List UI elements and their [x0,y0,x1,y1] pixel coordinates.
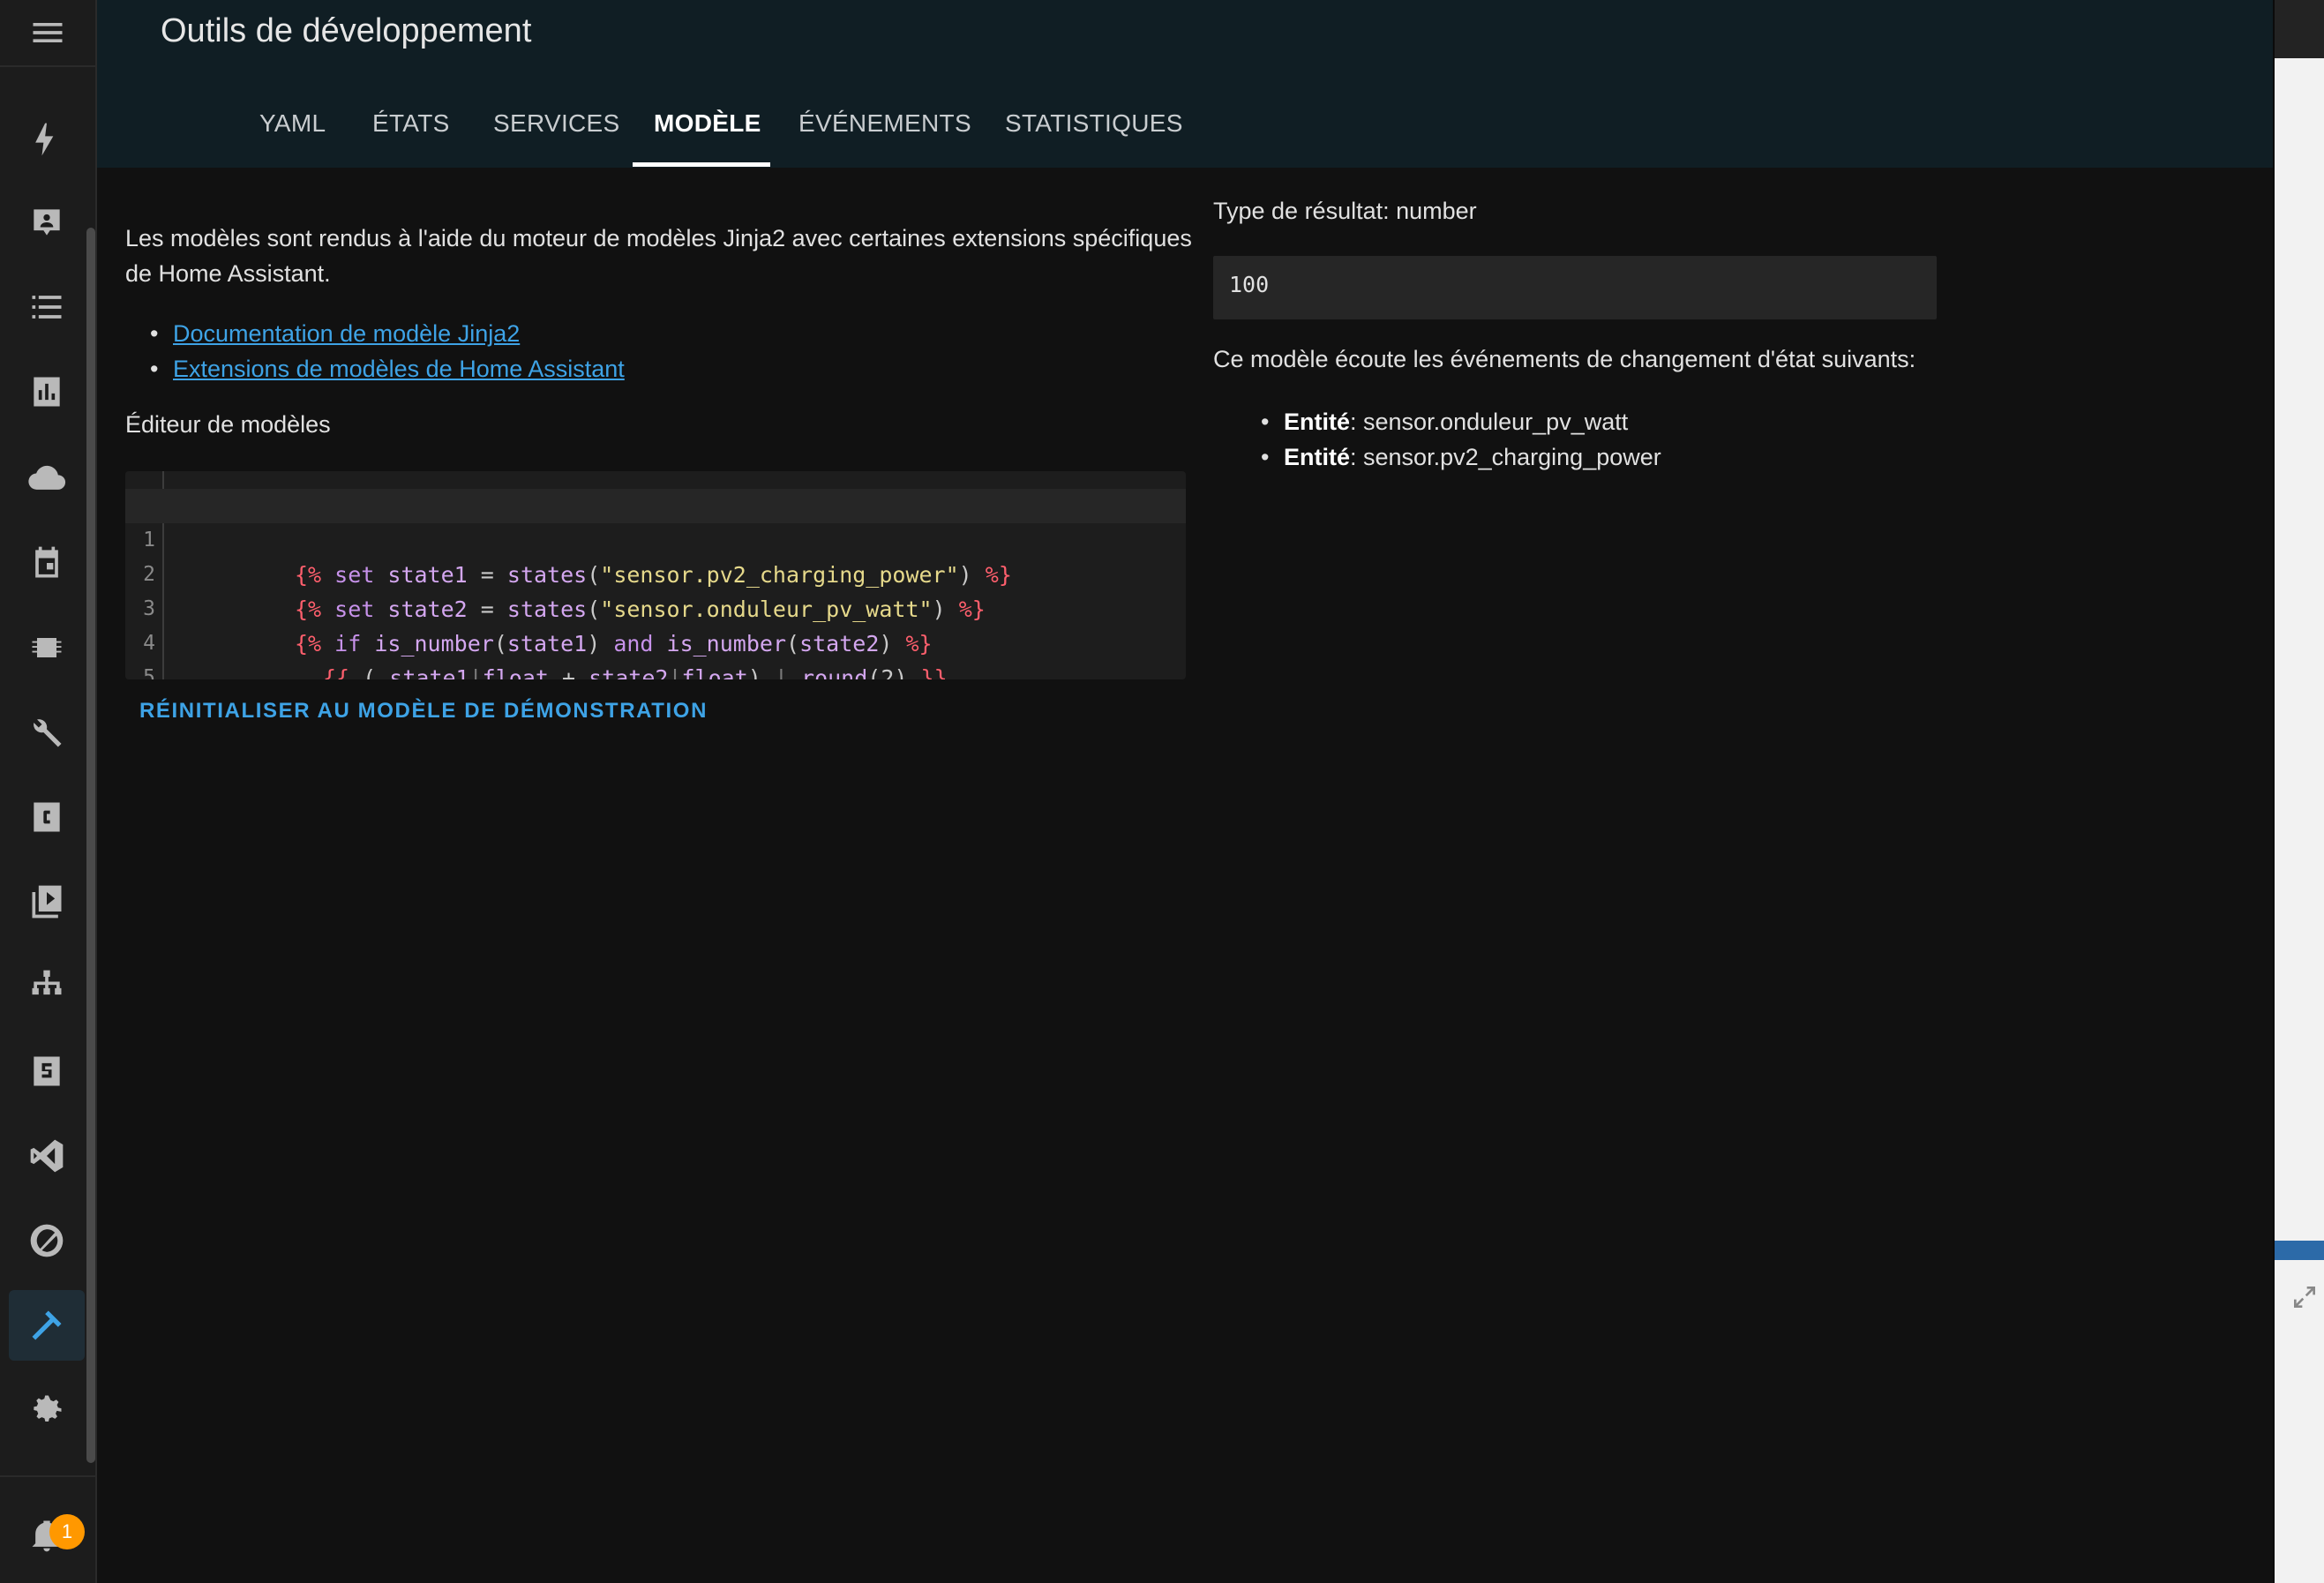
sidebar-item-vscode[interactable] [9,1121,85,1191]
jinja2-docs-link[interactable]: Documentation de modèle Jinja2 [173,320,520,347]
calendar-icon [35,546,58,578]
sidebar-item-script-s[interactable] [9,1036,85,1107]
entity-label: Entité [1284,444,1351,470]
sidebar-item-calendar[interactable] [9,528,85,598]
result-output: 100 [1213,256,1937,319]
toolbar-header: Outils de développement YAML ÉTATS SERVI… [97,0,2273,168]
logbook-icon [32,296,62,319]
sidebar-item-code-c[interactable] [9,782,85,852]
media-icon [32,885,62,919]
tab-services[interactable]: SERVICES [493,109,620,138]
script-s-icon [34,1056,60,1086]
energy-icon [35,123,54,156]
code-line-4: {{ ( state1|float + state2|float) | roun… [323,665,948,679]
vscode-icon [30,1139,64,1173]
reset-demo-template-button[interactable]: RÉINITIALISER AU MODÈLE DE DÉMONSTRATION [139,699,708,724]
sidebar-item-media[interactable] [9,867,85,937]
wrench-icon [34,719,62,747]
chip-icon [32,638,62,657]
listened-entities: Entité: sensor.onduleur_pv_watt Entité: … [1261,404,1661,475]
sidebar-item-logbook[interactable] [9,272,85,342]
adjacent-window-titlebar [2275,0,2324,58]
editor-label: Éditeur de modèles [125,411,331,438]
tab-template[interactable]: MODÈLE [654,109,761,138]
tab-states[interactable]: ÉTATS [372,109,450,138]
app-root: 1 Outils de développement YAML ÉTATS SER… [0,0,2324,1583]
expand-icon[interactable] [2290,1283,2319,1311]
network-icon [32,970,62,995]
tab-yaml[interactable]: YAML [259,109,326,138]
tab-events[interactable]: ÉVÉNEMENTS [798,109,971,138]
notification-badge: 1 [49,1514,85,1549]
sidebar-scrollbar[interactable] [86,228,95,1463]
menu-button[interactable] [0,0,95,67]
settings-icon [34,1395,62,1422]
cloud-icon [28,465,66,490]
entity-label: Entité [1284,409,1351,435]
sidebar-item-energy[interactable] [9,104,85,175]
entity-id: : sensor.onduleur_pv_watt [1350,409,1629,435]
sidebar: 1 [0,0,97,1583]
history-icon [34,377,60,407]
template-editor[interactable]: 1 {% set state1 = states("sensor.pv2_cha… [125,471,1186,679]
ha-extensions-link[interactable]: Extensions de modèles de Home Assistant [173,356,625,382]
sidebar-item-developer-tools[interactable] [9,1290,85,1361]
result-type: Type de résultat: number [1213,198,1477,224]
sidebar-item-chip[interactable] [9,612,85,683]
active-tab-indicator [633,162,770,167]
editor-line[interactable]: 3 {% if is_number(state1) and is_number(… [125,558,1186,656]
list-item: Documentation de modèle Jinja2 [150,316,625,351]
editor-line[interactable]: 4 {{ ( state1|float + state2|float) | ro… [125,592,1186,679]
sidebar-item-network[interactable] [9,951,85,1022]
sidebar-item-cloud[interactable] [9,443,85,514]
result-value: 100 [1229,272,1270,297]
page-title: Outils de développement [161,12,532,49]
sidebar-item-wrench[interactable] [9,697,85,768]
list-item: Entité: sensor.onduleur_pv_watt [1261,404,1661,439]
adjacent-window-highlight [2275,1241,2324,1260]
hammer-icon [32,1310,62,1340]
sidebar-item-settings[interactable] [9,1375,85,1445]
code-c-icon [34,802,60,832]
sidebar-item-zwave[interactable] [9,1205,85,1276]
listeners-description: Ce modèle écoute les événements de chang… [1213,346,1916,372]
list-item: Extensions de modèles de Home Assistant [150,351,625,386]
template-intro: Les modèles sont rendus à l'aide du mote… [125,225,1192,287]
adjacent-window-edge [2273,0,2324,1583]
menu-icon [33,23,63,42]
documentation-links: Documentation de modèle Jinja2 Extension… [150,316,625,386]
editor-line[interactable]: 1 {% set state1 = states("sensor.pv2_cha… [125,489,1186,588]
line-number: 5 [143,666,155,679]
editor-line[interactable]: 5 {% endif %} [125,626,1186,679]
entity-id: : sensor.pv2_charging_power [1350,444,1661,470]
zwave-icon [30,1224,64,1257]
tab-statistics[interactable]: STATISTIQUES [1005,109,1183,138]
list-item: Entité: sensor.pv2_charging_power [1261,439,1661,475]
map-icon [34,209,60,236]
sidebar-item-map[interactable] [9,187,85,258]
editor-line[interactable]: 2 {% set state2 = states("sensor.onduleu… [125,523,1186,622]
sidebar-item-history[interactable] [9,356,85,427]
sidebar-divider [0,1475,95,1477]
